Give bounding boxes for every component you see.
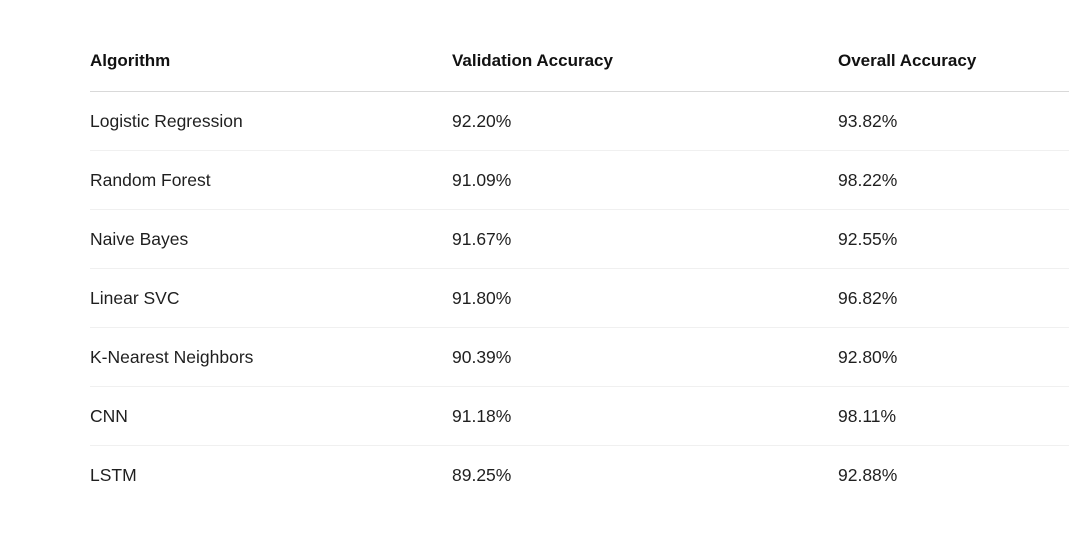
cell-validation-accuracy: 91.18% (452, 386, 838, 446)
header-validation-accuracy: Validation Accuracy (452, 31, 838, 92)
table-row: Logistic Regression 92.20% 93.82% (90, 91, 1069, 151)
table-row: Random Forest 91.09% 98.22% (90, 150, 1069, 210)
cell-algorithm: K-Nearest Neighbors (90, 327, 452, 387)
table-row: K-Nearest Neighbors 90.39% 92.80% (90, 327, 1069, 387)
header-algorithm: Algorithm (90, 31, 452, 92)
table-header: Algorithm Validation Accuracy Overall Ac… (90, 31, 1069, 92)
cell-algorithm: Logistic Regression (90, 91, 452, 151)
cell-overall-accuracy: 92.88% (838, 464, 898, 485)
header-overall-accuracy: Overall Accuracy (838, 31, 1069, 92)
cell-overall-accuracy: 98.11% (838, 386, 1069, 446)
table-body: Logistic Regression 92.20% 93.82% Random… (90, 91, 1069, 505)
cell-algorithm: Random Forest (90, 150, 452, 210)
table-row: CNN 91.18% 98.11% (90, 386, 1069, 446)
cell-overall-accuracy: 92.55% (838, 209, 1069, 269)
cell-validation-accuracy: 91.80% (452, 268, 838, 328)
cell-validation-accuracy: 92.20% (452, 91, 838, 151)
cell-algorithm: Naive Bayes (90, 209, 452, 269)
table-row: LSTM 89.25% 92.88% (90, 446, 1069, 505)
table-row: Linear SVC 91.80% 96.82% (90, 268, 1069, 328)
accuracy-table: Algorithm Validation Accuracy Overall Ac… (90, 31, 1069, 504)
cell-validation-accuracy: 91.67% (452, 209, 838, 269)
table-row: Naive Bayes 91.67% 92.55% (90, 209, 1069, 269)
cell-algorithm: CNN (90, 386, 452, 446)
cell-validation-accuracy: 91.09% (452, 150, 838, 210)
cell-algorithm: Linear SVC (90, 268, 452, 328)
cell-overall-accuracy: 98.22% (838, 150, 1069, 210)
cell-overall-accuracy: 96.82% (838, 268, 1069, 328)
cell-validation-accuracy: 89.25% (452, 464, 512, 485)
results-table-container: Algorithm Validation Accuracy Overall Ac… (90, 31, 1069, 504)
cell-validation-accuracy: 90.39% (452, 327, 838, 387)
cell-overall-accuracy: 92.80% (838, 327, 1069, 387)
cell-overall-accuracy: 93.82% (838, 91, 1069, 151)
cell-algorithm: LSTM (90, 464, 137, 485)
header-row: Algorithm Validation Accuracy Overall Ac… (90, 31, 1069, 92)
